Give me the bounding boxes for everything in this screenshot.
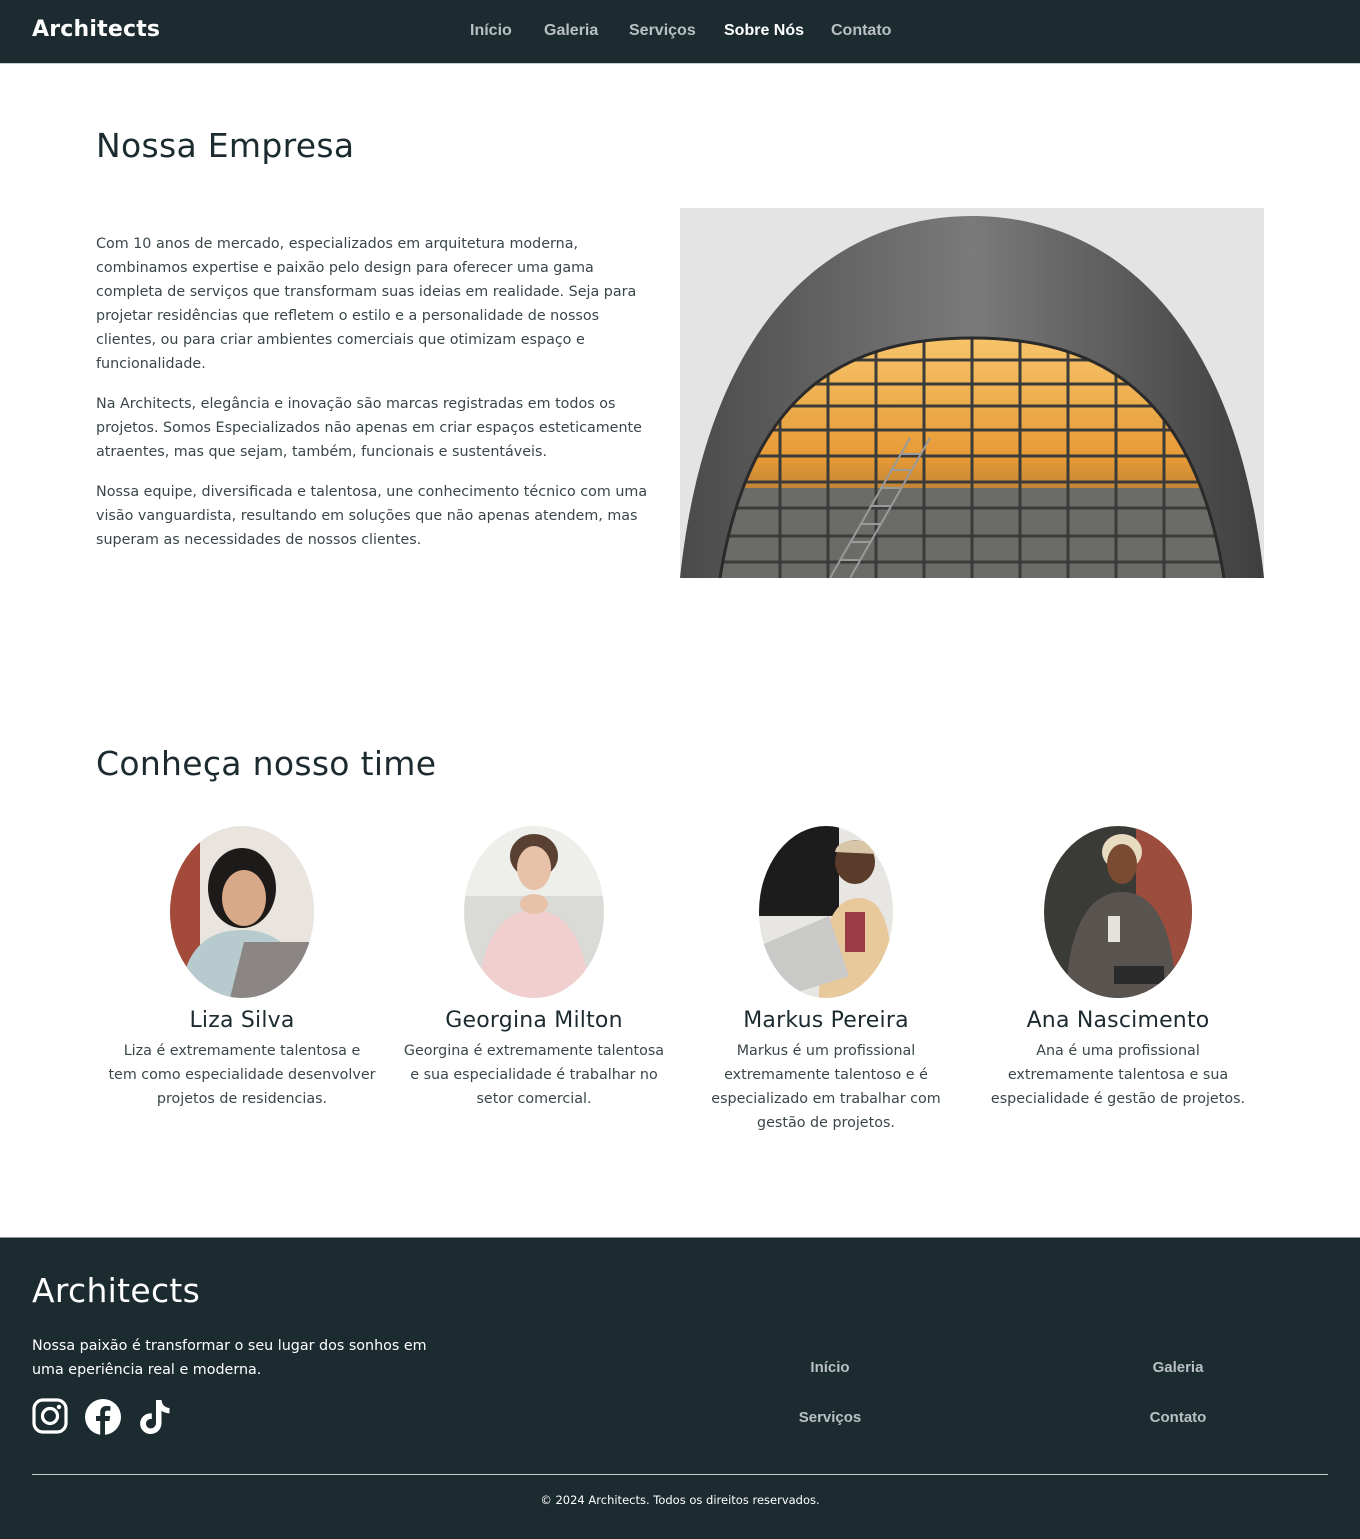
avatar <box>464 826 604 998</box>
intro-paragraph: Nossa equipe, diversificada e talentosa,… <box>96 484 648 548</box>
footer-link-inicio[interactable]: Início <box>810 1359 849 1376</box>
nav-link-servicos[interactable]: Serviços <box>629 22 696 40</box>
footer-tagline: Nossa paixão é transformar o seu lugar d… <box>32 1338 427 1378</box>
nav-link-contato[interactable]: Contato <box>831 22 891 40</box>
team-title: Conheça nosso time <box>96 744 437 783</box>
avatar-illustration <box>170 826 314 998</box>
team-member-card: Ana Nascimento Ana é uma profissional ex… <box>984 826 1252 1111</box>
team-member-card: Liza Silva Liza é extremamente talentosa… <box>108 826 376 1111</box>
member-name: Ana Nascimento <box>1026 1008 1210 1033</box>
member-name: Markus Pereira <box>743 1008 909 1033</box>
avatar <box>759 826 893 998</box>
company-title: Nossa Empresa <box>96 126 355 165</box>
member-bio: Georgina é extremamente talentosa e sua … <box>403 1043 665 1107</box>
member-bio: Markus é um profissional extremamente ta… <box>711 1043 941 1131</box>
member-bio: Liza é extremamente talentosa e tem como… <box>108 1043 376 1107</box>
intro-paragraph: Com 10 anos de mercado, especializados e… <box>96 236 637 372</box>
footer-divider <box>32 1474 1328 1475</box>
avatar <box>1044 826 1192 998</box>
tiktok-icon[interactable] <box>138 1398 176 1436</box>
intro-paragraph: Na Architects, elegância e inovação são … <box>96 396 642 460</box>
copyright-text: © 2024 Architects. Todos os direitos res… <box>540 1493 820 1507</box>
nav-link-inicio[interactable]: Início <box>470 22 512 40</box>
team-member-card: Markus Pereira Markus é um profissional … <box>692 826 960 1135</box>
company-intro: Com 10 anos de mercado, especializados e… <box>96 232 662 568</box>
team-member-card: Georgina Milton Georgina é extremamente … <box>400 826 668 1111</box>
main-nav: Início Galeria Serviços Sobre Nós Contat… <box>0 22 1360 42</box>
avatar-illustration <box>464 826 604 998</box>
avatar-illustration <box>1044 826 1192 998</box>
nav-link-sobre-nos[interactable]: Sobre Nós <box>724 22 804 40</box>
footer-brand[interactable]: Architects <box>32 1271 200 1310</box>
instagram-icon[interactable] <box>32 1398 70 1436</box>
avatar-illustration <box>759 826 893 998</box>
avatar <box>170 826 314 998</box>
site-footer: Architects Nossa paixão é transformar o … <box>0 1237 1360 1539</box>
footer-link-galeria[interactable]: Galeria <box>1153 1359 1204 1376</box>
building-photo <box>680 208 1264 578</box>
facebook-icon[interactable] <box>84 1398 122 1436</box>
member-name: Liza Silva <box>189 1008 295 1033</box>
footer-link-contato[interactable]: Contato <box>1150 1409 1207 1426</box>
footer-link-servicos[interactable]: Serviços <box>799 1409 862 1426</box>
top-navigation-bar: Architects Início Galeria Serviços Sobre… <box>0 0 1360 64</box>
nav-link-galeria[interactable]: Galeria <box>544 22 598 40</box>
building-illustration <box>680 208 1264 578</box>
member-name: Georgina Milton <box>445 1008 623 1033</box>
member-bio: Ana é uma profissional extremamente tale… <box>990 1043 1246 1107</box>
